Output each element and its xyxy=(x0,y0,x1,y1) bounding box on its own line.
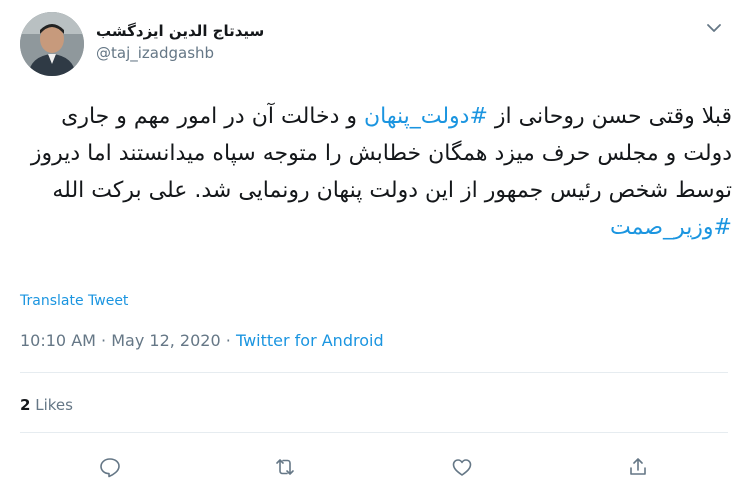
like-button[interactable] xyxy=(447,452,477,482)
meta-separator: · xyxy=(225,331,231,350)
tweet-text: قبلا وقتی حسن روحانی از #دولت_پنهان و دخ… xyxy=(20,98,732,246)
meta-separator: · xyxy=(101,331,107,350)
tweet-date[interactable]: May 12, 2020 xyxy=(111,331,220,350)
retweet-icon xyxy=(276,459,294,475)
author-names: سیدتاج الدین ایزدگشب @taj_izadgashb xyxy=(96,21,264,63)
share-button[interactable] xyxy=(623,452,653,482)
hashtag-link[interactable]: #وزیر_صمت xyxy=(610,215,732,240)
chevron-down-icon[interactable] xyxy=(702,16,726,40)
tweet-meta: 10:10 AM · May 12, 2020 · Twitter for An… xyxy=(20,331,384,350)
retweet-button[interactable] xyxy=(270,452,300,482)
divider xyxy=(20,372,728,373)
hashtag-link[interactable]: #دولت_پنهان xyxy=(364,104,488,129)
tweet-source-link[interactable]: Twitter for Android xyxy=(236,331,384,350)
display-name[interactable]: سیدتاج الدین ایزدگشب xyxy=(96,21,264,41)
user-handle[interactable]: @taj_izadgashb xyxy=(96,43,264,63)
avatar[interactable] xyxy=(20,12,84,76)
reply-icon xyxy=(100,458,120,478)
reply-button[interactable] xyxy=(95,452,125,482)
translate-tweet-link[interactable]: Translate Tweet xyxy=(20,293,128,309)
like-icon xyxy=(452,459,472,476)
tweet-header: سیدتاج الدین ایزدگشب @taj_izadgashb xyxy=(20,12,728,78)
tweet-text-part: قبلا وقتی حسن روحانی از xyxy=(487,104,732,129)
likes-stat[interactable]: 2 Likes xyxy=(20,396,73,414)
tweet-time[interactable]: 10:10 AM xyxy=(20,331,96,350)
likes-label: Likes xyxy=(35,396,73,414)
likes-count: 2 xyxy=(20,396,31,414)
share-icon xyxy=(630,458,646,475)
divider xyxy=(20,432,728,433)
